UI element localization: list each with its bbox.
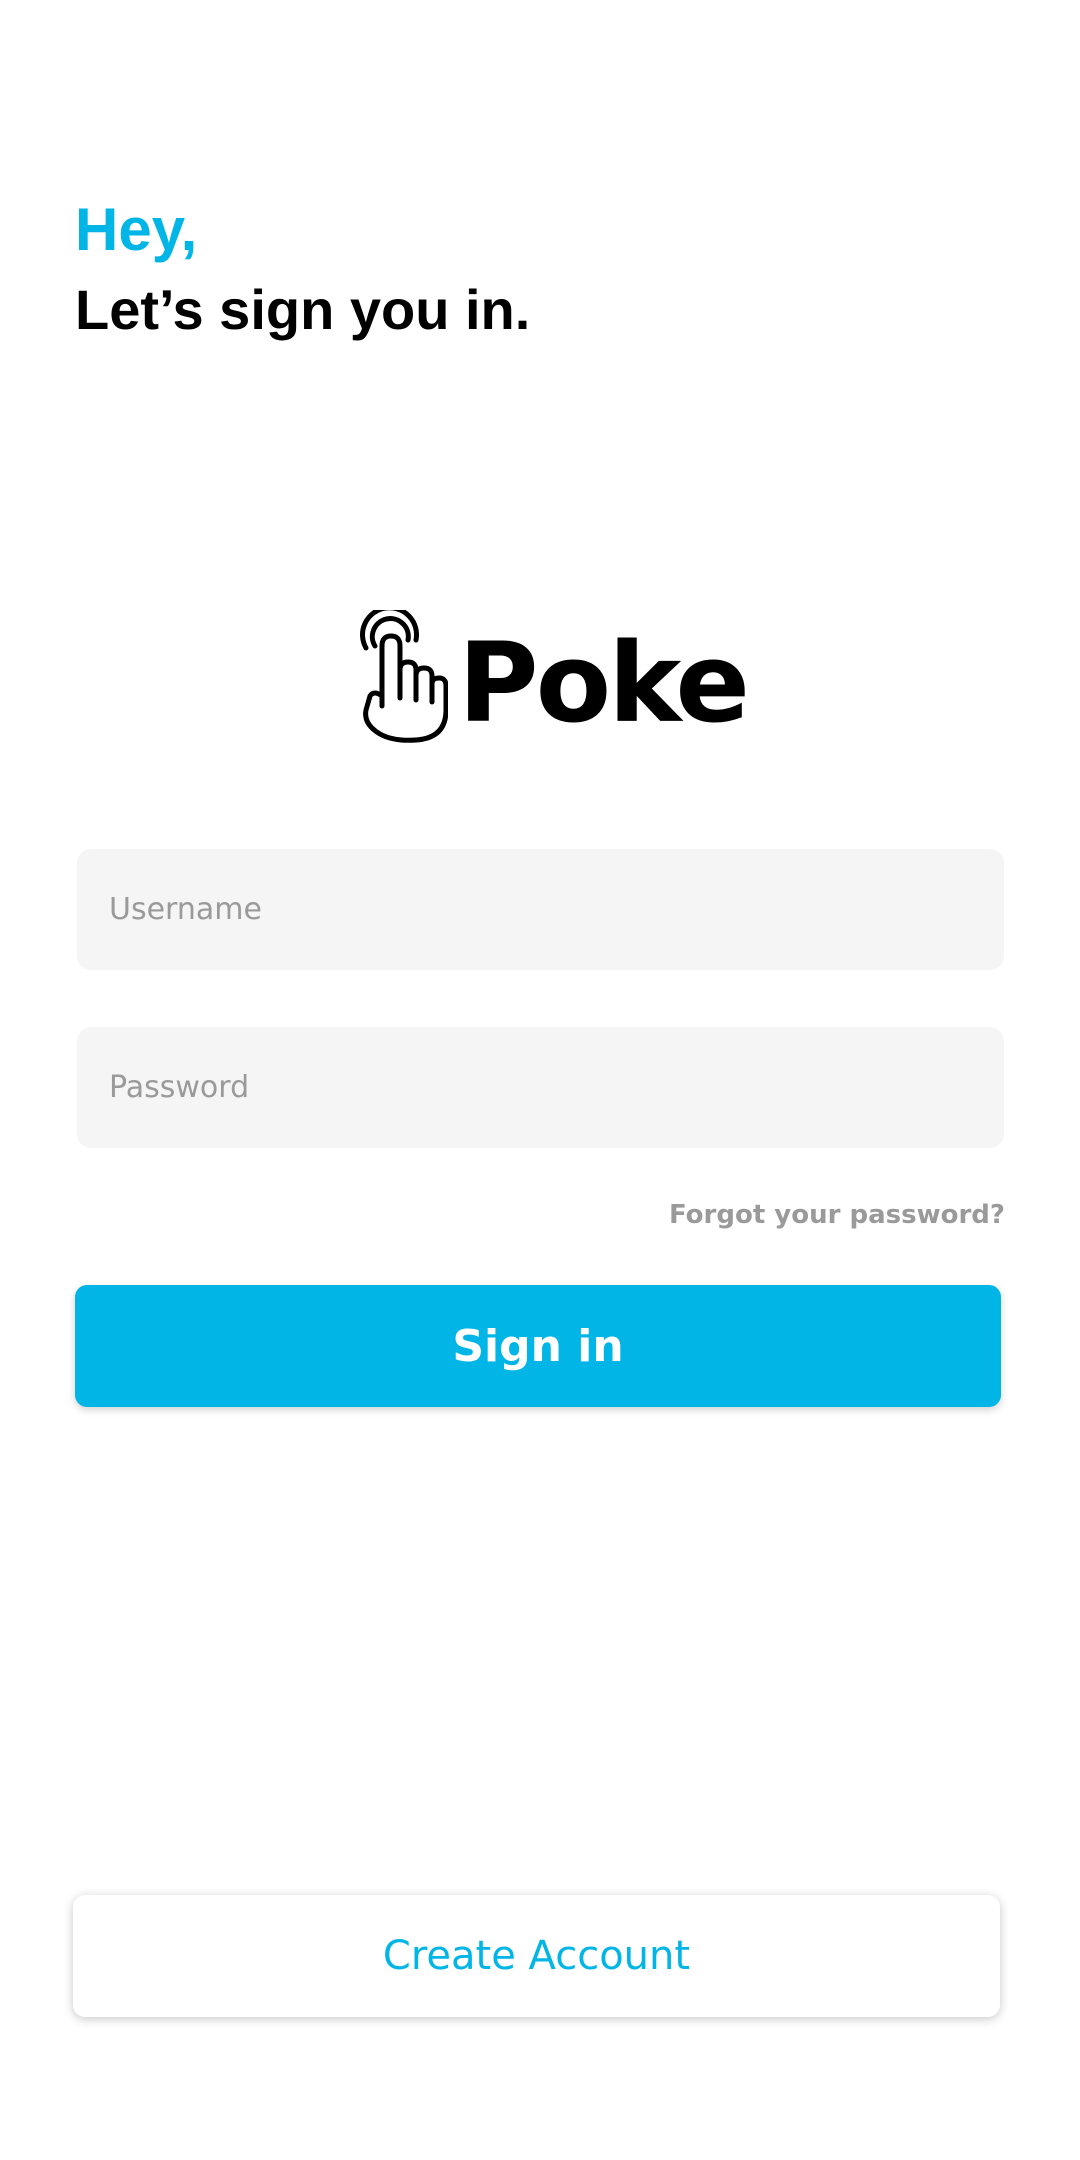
sign-in-subtitle: Let’s sign you in. — [75, 278, 531, 341]
sign-in-button[interactable]: Sign in — [75, 1285, 1001, 1407]
username-input[interactable] — [77, 849, 1004, 970]
password-input[interactable] — [77, 1027, 1004, 1148]
tap-hand-icon — [358, 610, 448, 750]
greeting-title: Hey, — [75, 196, 198, 263]
logo-wordmark: Poke — [458, 619, 750, 747]
create-account-button[interactable]: Create Account — [73, 1895, 1000, 2017]
forgot-password-link[interactable]: Forgot your password? — [669, 1200, 1005, 1230]
app-logo: Poke — [358, 610, 750, 750]
